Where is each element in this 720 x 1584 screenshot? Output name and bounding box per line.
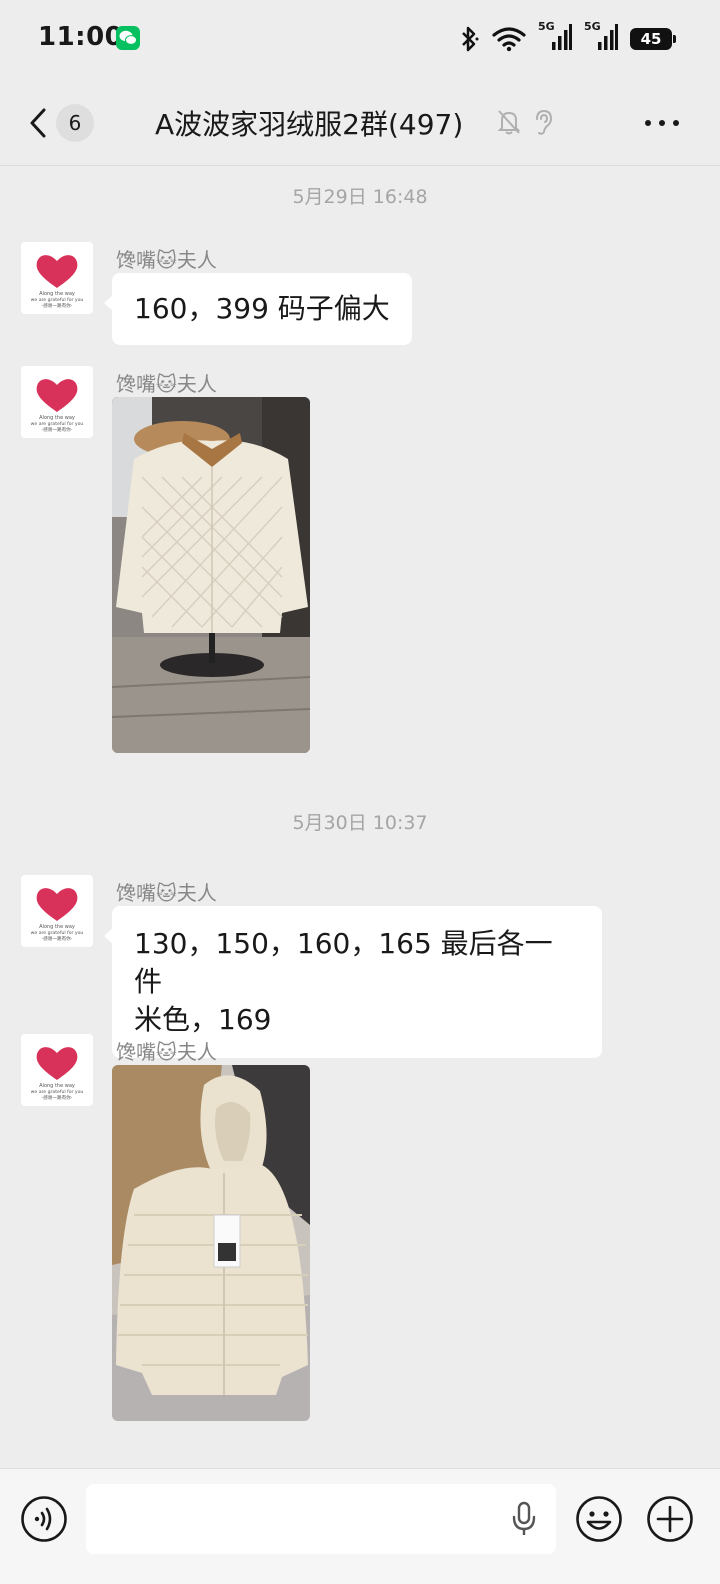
plus-icon[interactable] [646, 1495, 694, 1543]
ear-icon [536, 109, 553, 135]
message-text-line: 130，150，160，165 最后各一件 [134, 927, 553, 998]
more-icon[interactable] [640, 110, 684, 136]
mic-icon[interactable] [510, 1501, 538, 1537]
input-bar [0, 1468, 720, 1584]
avatar[interactable]: Along the way we are grateful for you -感… [21, 875, 93, 947]
heart-icon: Along the way we are grateful for you -感… [31, 1047, 84, 1101]
sender-name: 馋嘴🐱夫人 [116, 248, 217, 272]
avatar-text: -感谢一路有你- [42, 1094, 73, 1101]
heart-icon: Along the way we are grateful for you -感… [31, 888, 84, 942]
avatar-text: we are grateful for you [31, 421, 84, 427]
chat-header: 6 A波波家羽绒服2群(497) [0, 80, 720, 166]
avatar-text: Along the way [39, 1083, 75, 1089]
battery-icon: 45 [630, 28, 676, 50]
wechat-notification-icon [116, 26, 140, 50]
timestamp: 5月29日 16:48 [292, 186, 428, 208]
avatar-text: we are grateful for you [31, 297, 84, 303]
sender-name: 馋嘴🐱夫人 [116, 372, 217, 396]
avatar[interactable]: Along the way we are grateful for you -感… [21, 366, 93, 438]
avatar-text: -感谢一路有你- [42, 426, 73, 433]
avatar-text: Along the way [39, 415, 75, 421]
emoji-icon[interactable] [575, 1495, 623, 1543]
sender-name: 馋嘴🐱夫人 [116, 1040, 217, 1064]
avatar[interactable]: Along the way we are grateful for you -感… [21, 1034, 93, 1106]
timestamp: 5月30日 10:37 [292, 812, 428, 834]
avatar-text: Along the way [39, 924, 75, 930]
avatar-text: Along the way [39, 291, 75, 297]
wifi-icon [492, 27, 526, 52]
unread-count-badge[interactable]: 6 [56, 104, 94, 142]
mute-bell-icon [497, 110, 521, 135]
hooded-puffer-jacket-photo[interactable] [112, 1065, 310, 1421]
signal-icon: 5G [538, 20, 572, 54]
message-text-line: 米色，169 [134, 1003, 272, 1036]
avatar-text: -感谢一路有你- [42, 302, 73, 309]
avatar-text: -感谢一路有你- [42, 935, 73, 942]
avatar-text: we are grateful for you [31, 1089, 84, 1095]
avatar-text: we are grateful for you [31, 930, 84, 936]
message-text: 160，399 码子偏大 [134, 292, 390, 325]
status-icons: 5G 5G 45 [458, 20, 676, 54]
signal-icon: 5G [584, 20, 618, 54]
chat-title[interactable]: A波波家羽绒服2群(497) [155, 103, 463, 143]
bluetooth-icon [462, 26, 479, 52]
battery-level: 45 [640, 30, 662, 48]
status-time: 11:00 [38, 22, 124, 52]
avatar[interactable]: Along the way we are grateful for you -感… [21, 242, 93, 314]
heart-icon: Along the way we are grateful for you -感… [31, 255, 84, 309]
status-bar: 11:00 5G 5G 45 [0, 0, 720, 80]
quilted-jacket-photo[interactable] [112, 397, 310, 753]
voice-icon[interactable] [20, 1495, 68, 1543]
sender-name: 馋嘴🐱夫人 [116, 881, 217, 905]
chevron-left-icon[interactable] [26, 106, 52, 140]
heart-icon: Along the way we are grateful for you -感… [31, 379, 84, 433]
message-bubble[interactable]: 160，399 码子偏大 [104, 273, 412, 345]
message-input[interactable] [86, 1484, 556, 1554]
